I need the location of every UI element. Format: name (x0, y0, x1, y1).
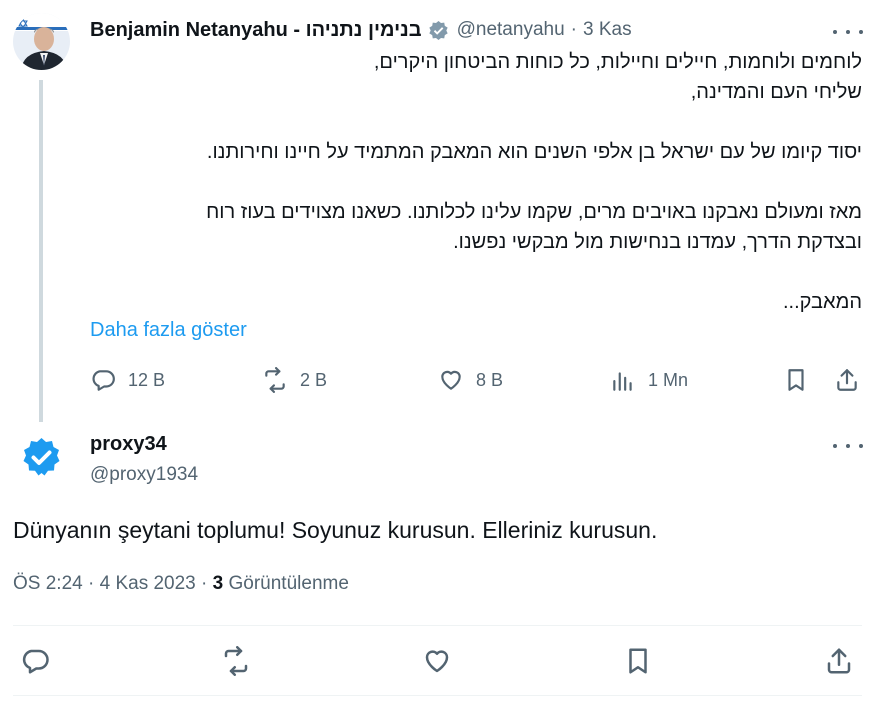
reply-like-button[interactable] (422, 646, 452, 681)
more-icon[interactable] (833, 22, 863, 42)
reply-bookmark-button[interactable] (623, 646, 653, 681)
like-button[interactable]: 8 B (438, 367, 503, 393)
bookmark-icon (629, 648, 647, 674)
reply-reply-button[interactable] (20, 646, 50, 681)
author-name[interactable]: Benjamin Netanyahu - בנימין נתניהו (90, 19, 422, 42)
reply-date[interactable]: 4 Kas 2023 (100, 573, 196, 594)
tweet-header: Benjamin Netanyahu - בנימין נתניהו @neta… (90, 16, 632, 44)
tweet-time[interactable]: 3 Kas (583, 19, 632, 41)
reply-time[interactable]: ÖS 2:24 (13, 573, 83, 594)
reply-author-name[interactable]: proxy34 (90, 433, 167, 456)
repost-icon (224, 646, 248, 676)
avatar-netanyahu[interactable] (13, 13, 70, 70)
verified-badge-icon (428, 20, 449, 41)
body-line (90, 107, 862, 137)
views-count: 1 Mn (648, 369, 689, 390)
divider (13, 695, 862, 696)
reply-count: 12 B (128, 369, 166, 390)
share-button[interactable] (834, 367, 860, 393)
reply-button[interactable]: 12 B (90, 367, 165, 393)
author-handle[interactable]: @netanyahu (457, 19, 565, 41)
views-button[interactable]: 1 Mn (610, 367, 688, 393)
body-line: לוחמים ולוחמות, חיילים וחיילות, כל כוחות… (373, 51, 862, 73)
like-count: 8 B (476, 369, 504, 390)
tweet-body: לוחמים ולוחמות, חיילים וחיילות, כל כוחות… (90, 47, 862, 317)
share-icon (827, 648, 851, 674)
like-icon (441, 370, 461, 390)
views-icon (613, 372, 632, 391)
bookmark-icon (788, 369, 804, 391)
body-line: יסוד קיומו של עם ישראל בן אלפי השנים הוא… (206, 141, 862, 163)
body-line: שליחי העם והמדינה, (690, 81, 862, 103)
reply-views-count: 3 (212, 573, 224, 594)
body-line: ובצדקת הדרך, עמדנו בנחישות מול מבקשי נפש… (453, 231, 862, 253)
reply-views-label: Görüntülenme (228, 573, 349, 594)
body-line: המאבק... (782, 291, 862, 313)
more-icon[interactable] (833, 436, 863, 456)
show-more-link[interactable]: Daha fazla göster (90, 319, 247, 342)
share-icon (837, 369, 857, 391)
bookmark-button[interactable] (783, 367, 809, 393)
reply-repost-button[interactable] (221, 646, 251, 681)
reply-text: Dünyanın şeytani toplumu! Soyunuz kurusu… (13, 517, 658, 543)
reply-author-handle[interactable]: @proxy1934 (90, 464, 198, 486)
avatar-proxy34[interactable] (13, 432, 70, 489)
like-icon (425, 650, 449, 673)
meta-separator: · (570, 19, 577, 40)
repost-icon (265, 367, 285, 393)
reply-icon (92, 370, 115, 391)
meta-separator: · (88, 573, 95, 594)
repost-button[interactable]: 2 B (262, 367, 327, 393)
reply-icon (22, 649, 49, 674)
reply-share-button[interactable] (824, 646, 854, 681)
body-line: מאז ומעולם נאבקנו באויבים מרים, שקמו עלי… (206, 201, 862, 223)
body-line (90, 167, 862, 197)
meta-separator: · (201, 573, 208, 594)
reply-meta: ÖS 2:24 · 4 Kas 2023 · 3 Görüntülenme (13, 573, 349, 595)
divider (13, 625, 862, 626)
body-line (90, 257, 862, 287)
thread-line (39, 80, 43, 422)
repost-count: 2 B (300, 369, 328, 390)
